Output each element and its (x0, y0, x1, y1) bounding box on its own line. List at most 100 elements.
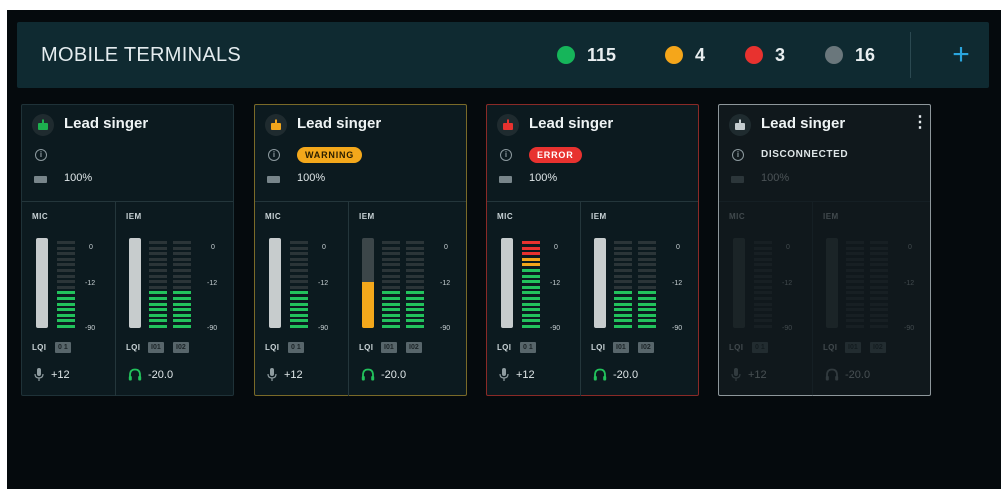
status-count-error[interactable]: 3 (745, 22, 785, 88)
meter-segment (638, 246, 656, 250)
mic-fader[interactable] (269, 238, 281, 328)
meter-segment (522, 325, 540, 328)
meter-segment (290, 263, 308, 267)
lqi-badge: 0 1 (520, 342, 536, 353)
meter-segment (406, 285, 424, 289)
meter-segment (149, 274, 167, 278)
info-icon[interactable]: i (35, 149, 47, 161)
headphones-icon (128, 368, 142, 384)
meter-divider (115, 202, 116, 396)
meter-segment (173, 325, 191, 328)
meter-segment (406, 274, 424, 278)
meter-segment (57, 285, 75, 289)
meter-segment (638, 313, 656, 317)
meter-segment (406, 302, 424, 306)
meter-segment (149, 302, 167, 306)
meter-segment (173, 241, 191, 244)
status-count-value: 4 (695, 44, 706, 65)
status-count-warning[interactable]: 4 (665, 22, 705, 88)
meter-segment (870, 285, 888, 289)
info-icon[interactable]: i (500, 149, 512, 161)
terminal-card[interactable]: Lead singer ⋮ i DISCONNECTED 100% MIC 0 -12 -90 L… (718, 104, 931, 396)
meter-segment (149, 325, 167, 328)
device-icon (265, 114, 287, 136)
status-count-ok[interactable]: 115 (557, 22, 616, 88)
meter-segment (638, 274, 656, 278)
meter-segment (846, 302, 864, 306)
meter-segment (638, 280, 656, 284)
battery-level: 100% (529, 172, 558, 184)
meter-segment (57, 274, 75, 278)
meter-segment (754, 319, 772, 323)
info-icon[interactable]: i (268, 149, 280, 161)
mic-fader[interactable] (733, 238, 745, 328)
meter-segment (614, 285, 632, 289)
terminal-card[interactable]: Lead singer i 100% MIC 0 -12 -90 LQI 0 1 +12 IEM 0 -… (21, 104, 234, 396)
header-bar: MOBILE TERMINALS 115 4 3 16 + (17, 22, 989, 88)
meter-segment (870, 291, 888, 295)
meter-segment (290, 308, 308, 312)
meter-segment (406, 291, 424, 295)
status-dot-green-icon (557, 46, 575, 64)
meter-divider (812, 202, 813, 396)
status-count-disconnected[interactable]: 16 (825, 22, 875, 88)
meter-segment (522, 274, 540, 278)
meter-segment (638, 241, 656, 244)
terminal-card[interactable]: Lead singer i ERROR 100% MIC 0 -12 -90 LQI 0 1 +12… (486, 104, 699, 396)
meter-segment (846, 280, 864, 284)
iem-fader[interactable] (129, 238, 141, 328)
meter-segment (290, 313, 308, 317)
iem-gain-value: -20.0 (381, 369, 407, 381)
meter-segment (754, 274, 772, 278)
meter-segment (638, 319, 656, 323)
meter-segment (57, 325, 75, 328)
meter-segment (614, 263, 632, 267)
battery-level: 100% (64, 172, 93, 184)
iem-gain-value: -20.0 (613, 369, 639, 381)
meter-segment (870, 246, 888, 250)
info-icon[interactable]: i (732, 149, 744, 161)
status-dot-orange-icon (665, 46, 683, 64)
iem-fader[interactable] (826, 238, 838, 328)
iem-fader[interactable] (594, 238, 606, 328)
card-header: Lead singer ⋮ i DISCONNECTED 100% (719, 105, 930, 201)
status-badge: WARNING (297, 147, 363, 163)
meter-segment (290, 257, 308, 261)
level-meter (846, 238, 864, 328)
mic-gain-value: +12 (748, 369, 767, 381)
mic-fader[interactable] (501, 238, 513, 328)
meter-segment (173, 285, 191, 289)
meter-segment (846, 241, 864, 244)
scale-label: -12 (207, 280, 218, 287)
meter-segment (173, 246, 191, 250)
battery-icon (34, 176, 47, 183)
mic-gain-value: +12 (284, 369, 303, 381)
lqi-badge: I02 (870, 342, 886, 353)
mic-fader[interactable] (36, 238, 48, 328)
scale-label: 0 (554, 244, 558, 251)
meter-segment (290, 297, 308, 300)
device-icon (497, 114, 519, 136)
meter-segment (382, 308, 400, 312)
more-options-icon[interactable]: ⋮ (912, 113, 928, 133)
terminal-card[interactable]: Lead singer i WARNING 100% MIC 0 -12 -90 LQI 0 1 +… (254, 104, 467, 396)
meter-segment (754, 297, 772, 300)
meter-segment (173, 274, 191, 278)
card-header: Lead singer i ERROR 100% (487, 105, 698, 201)
meter-segment (173, 319, 191, 323)
meter-segment (57, 291, 75, 295)
microphone-icon (267, 368, 277, 385)
scale-label: -90 (904, 325, 915, 332)
meter-segment (846, 252, 864, 256)
meter-segment (614, 291, 632, 295)
lqi-badge: I02 (173, 342, 189, 353)
warning-fill (362, 282, 374, 328)
meter-segment (614, 241, 632, 244)
battery-level: 100% (297, 172, 326, 184)
device-name: Lead singer (64, 115, 149, 132)
meter-segment (754, 269, 772, 272)
meter-segment (382, 280, 400, 284)
iem-label: IEM (359, 212, 375, 221)
meter-segment (846, 291, 864, 295)
add-terminal-button[interactable]: + (942, 36, 980, 74)
